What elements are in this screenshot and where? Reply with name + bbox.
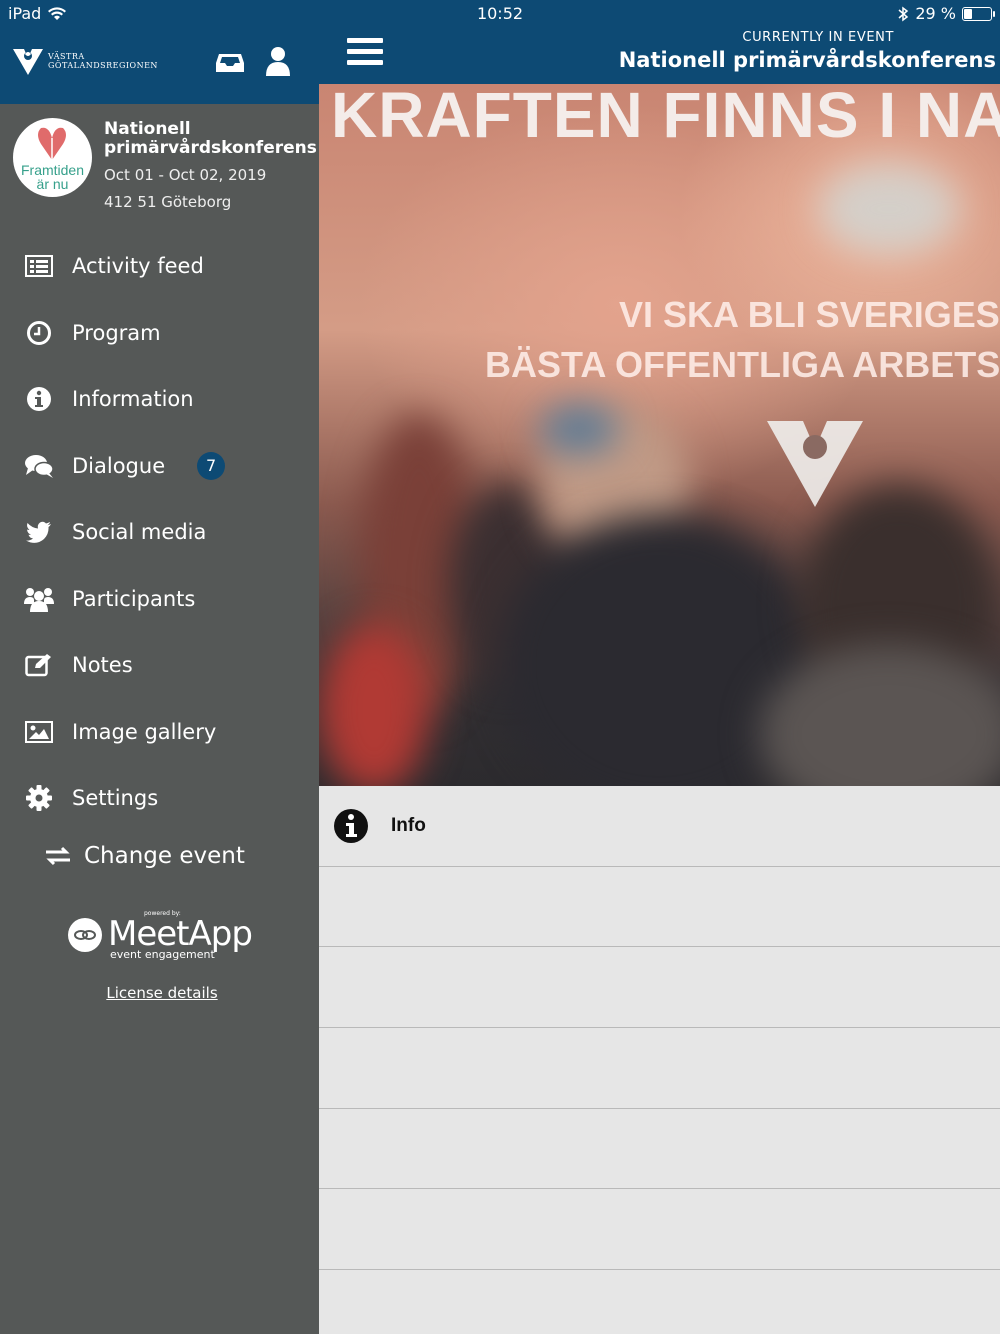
sidebar-item-dialogue[interactable]: Dialogue 7 [0, 433, 319, 500]
inbox-icon[interactable] [215, 46, 245, 76]
sidebar-item-label: Information [72, 387, 194, 412]
sidebar-item-label: Activity feed [72, 254, 204, 279]
battery-icon [962, 6, 995, 21]
clock: 10:52 [476, 4, 524, 23]
twitter-icon [26, 521, 51, 544]
sidebar-item-label: Social media [72, 520, 207, 545]
edit-note-icon [25, 654, 51, 677]
current-event-name: Nationell primärvårdskonferens [618, 48, 996, 72]
user-profile-icon[interactable] [263, 46, 293, 76]
sidebar-item-program[interactable]: Program [0, 300, 319, 367]
sidebar-item-label: Image gallery [72, 719, 217, 744]
list-item [319, 1189, 1000, 1271]
license-details-link[interactable]: License details [0, 984, 324, 1002]
event-card[interactable]: Framtiden är nu Nationell primärvårdskon… [0, 104, 319, 222]
image-icon [25, 720, 53, 743]
change-event-button[interactable]: Change event [44, 843, 245, 869]
sidebar: VÄSTRA GÖTALANDSREGIONEN Framtiden är nu [0, 0, 319, 1334]
event-logo: Framtiden är nu [13, 118, 92, 197]
sidebar-item-notes[interactable]: Notes [0, 632, 319, 699]
people-icon [24, 587, 54, 612]
sidebar-item-settings[interactable]: Settings [0, 765, 319, 832]
status-bar: iPad 10:52 29 % [0, 0, 1000, 28]
change-event-label: Change event [84, 843, 245, 869]
sidebar-item-image-gallery[interactable]: Image gallery [0, 699, 319, 766]
meetapp-logo: powered by: MeetApp event engagement [68, 910, 268, 966]
content-list: Info [319, 786, 1000, 1334]
sidebar-item-label: Notes [72, 653, 133, 678]
heart-icon [38, 127, 66, 160]
event-name: Nationell primärvårdskonferens [104, 119, 317, 158]
clock-icon [27, 320, 51, 345]
list-item [319, 1109, 1000, 1190]
sidebar-item-label: Dialogue [72, 453, 166, 478]
vgr-logo-icon [13, 49, 43, 75]
meetapp-mark-icon [68, 918, 102, 952]
bluetooth-icon [898, 6, 909, 21]
activity-feed-icon [25, 255, 53, 278]
battery-fill [964, 8, 972, 19]
event-banner-image: KRAFTEN FINNS I NA VI SKA BLI SVERIGES B… [319, 84, 1000, 786]
meetapp-tagline: event engagement [110, 948, 215, 961]
list-item-label: Info [391, 814, 426, 836]
sidebar-item-label: Program [72, 320, 161, 345]
sidebar-menu: Activity feed Program Information Dialog… [0, 233, 319, 832]
sidebar-item-information[interactable]: Information [0, 366, 319, 433]
sidebar-item-label: Participants [72, 586, 196, 611]
sidebar-item-activity-feed[interactable]: Activity feed [0, 233, 319, 300]
currently-in-event-label: CURRENTLY IN EVENT [742, 30, 894, 45]
dialogue-badge: 7 [197, 451, 226, 480]
org-name-line1: VÄSTRA [48, 52, 85, 61]
banner-tagline-2: BÄSTA OFFENTLIGA ARBETS [485, 344, 1000, 385]
swap-arrows-icon [46, 846, 70, 866]
event-dates: Oct 01 - Oct 02, 2019 [104, 166, 267, 184]
event-logo-text-2: är nu [36, 176, 69, 192]
list-item-info[interactable]: Info [319, 786, 1000, 867]
list-item [319, 947, 1000, 1029]
battery-percent: 29 % [915, 4, 956, 23]
info-icon [27, 387, 51, 412]
sidebar-item-social-media[interactable]: Social media [0, 499, 319, 566]
info-icon [334, 808, 368, 843]
banner-headline: KRAFTEN FINNS I NA [331, 84, 1000, 151]
event-location: 412 51 Göteborg [104, 193, 232, 211]
list-item [319, 1028, 1000, 1109]
org-name-line2: GÖTALANDSREGIONEN [48, 61, 158, 70]
banner-tagline-1: VI SKA BLI SVERIGES [619, 294, 1000, 335]
chat-bubbles-icon [25, 454, 54, 478]
gear-icon [26, 785, 52, 812]
sidebar-item-label: Settings [72, 786, 159, 811]
org-logo: VÄSTRA GÖTALANDSREGIONEN [12, 46, 158, 76]
vgr-banner-logo-icon [767, 421, 863, 507]
list-item [319, 867, 1000, 948]
sidebar-item-participants[interactable]: Participants [0, 566, 319, 633]
hamburger-menu-icon[interactable] [347, 38, 383, 70]
